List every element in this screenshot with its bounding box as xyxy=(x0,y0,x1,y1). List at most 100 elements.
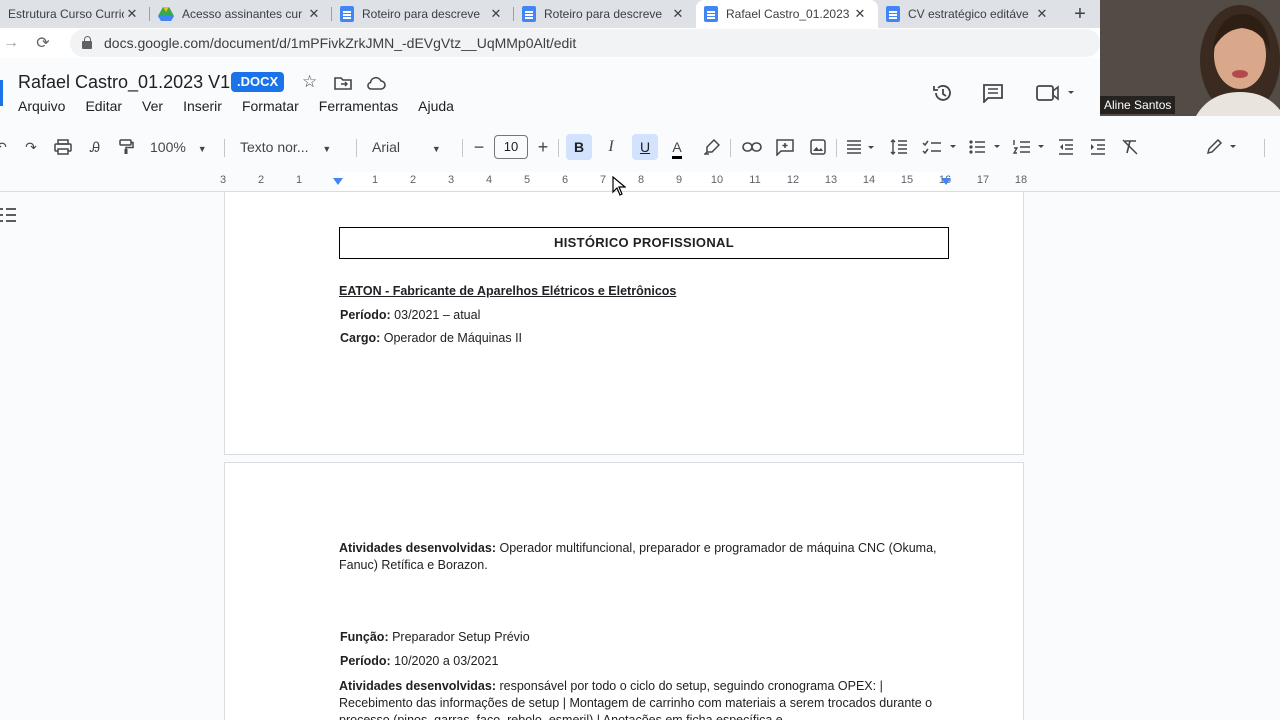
tab-title: CV estratégico editáve xyxy=(908,7,1029,21)
text-color-button[interactable]: A xyxy=(666,131,688,163)
bulleted-list-icon[interactable] xyxy=(968,139,1006,155)
ruler-number: 10 xyxy=(710,174,724,186)
function-label: Função: xyxy=(340,630,389,644)
participant-name: Aline Santos xyxy=(1100,96,1176,114)
menu-ferramentas[interactable]: Ferramentas xyxy=(319,98,398,114)
paint-format-icon[interactable] xyxy=(118,139,134,155)
menu-formatar[interactable]: Formatar xyxy=(242,98,299,114)
increase-font-size-icon[interactable]: + xyxy=(536,131,550,163)
add-comment-icon[interactable] xyxy=(776,139,794,156)
document-page[interactable]: Atividades desenvolvidas: Operador multi… xyxy=(224,462,1024,720)
ruler-number: 4 xyxy=(485,174,493,186)
highlight-icon[interactable] xyxy=(704,139,720,155)
activities-paragraph: Atividades desenvolvidas: responsável po… xyxy=(339,678,951,720)
address-bar: → ⟳ docs.google.com/document/d/1mPFivkZr… xyxy=(0,28,1100,58)
meet-icon[interactable] xyxy=(1036,84,1076,102)
clear-formatting-icon[interactable] xyxy=(1122,139,1138,155)
zoom-select[interactable]: 100% ▼ xyxy=(150,131,214,163)
tab-close-icon[interactable]: ✕ xyxy=(124,6,140,22)
tab-close-icon[interactable]: ✕ xyxy=(306,6,322,22)
spellcheck-icon[interactable]: Ꭿ xyxy=(86,131,104,163)
browser-tab-active[interactable]: Rafael Castro_01.2023 ✕ xyxy=(696,0,878,28)
menu-ver[interactable]: Ver xyxy=(142,98,163,114)
italic-button[interactable]: I xyxy=(602,131,620,163)
cloud-status-icon[interactable] xyxy=(366,76,386,90)
ruler-number: 1 xyxy=(295,174,303,186)
docx-badge: .DOCX xyxy=(231,72,285,92)
underline-button[interactable]: U xyxy=(632,134,658,160)
browser-tab[interactable]: Acesso assinantes cur ✕ xyxy=(150,0,332,28)
participant-video: Aline Santos xyxy=(1100,0,1280,116)
role-label: Cargo: xyxy=(340,331,381,345)
tab-title: Acesso assinantes cur xyxy=(182,7,303,21)
checklist-icon[interactable] xyxy=(922,139,960,155)
tab-close-icon[interactable]: ✕ xyxy=(852,6,868,22)
docs-icon xyxy=(704,6,718,22)
outline-icon[interactable] xyxy=(0,208,16,222)
lock-icon xyxy=(82,36,92,49)
section-heading: HISTÓRICO PROFISSIONAL xyxy=(339,227,949,259)
ruler-number: 1 xyxy=(371,174,379,186)
menu-bar: Arquivo Editar Ver Inserir Formatar Ferr… xyxy=(18,98,454,114)
insert-image-icon[interactable] xyxy=(810,139,826,155)
tab-close-icon[interactable]: ✕ xyxy=(1034,6,1050,22)
font-select[interactable]: Arial ▼ xyxy=(372,131,452,163)
redo-icon[interactable]: ↷ xyxy=(22,131,40,163)
menu-ajuda[interactable]: Ajuda xyxy=(418,98,454,114)
star-icon[interactable]: ☆ xyxy=(302,72,317,92)
font-value: Arial xyxy=(372,139,401,155)
forward-icon[interactable]: → xyxy=(0,34,22,52)
url-field[interactable]: docs.google.com/document/d/1mPFivkZrkJMN… xyxy=(70,29,1100,57)
decrease-indent-icon[interactable] xyxy=(1058,139,1074,155)
role-line: Cargo: Operador de Máquinas II xyxy=(340,331,522,345)
menu-inserir[interactable]: Inserir xyxy=(183,98,222,114)
left-indent-marker[interactable] xyxy=(333,178,343,185)
document-title[interactable]: Rafael Castro_01.2023 V1 xyxy=(18,72,230,93)
new-tab-button[interactable]: + xyxy=(1060,0,1100,28)
undo-icon[interactable]: ↶ xyxy=(0,131,8,163)
print-icon[interactable] xyxy=(54,139,72,155)
style-value: Texto nor... xyxy=(240,139,309,155)
numbered-list-icon[interactable] xyxy=(1012,139,1050,155)
comments-icon[interactable] xyxy=(982,83,1004,103)
period-value: 10/2020 a 03/2021 xyxy=(390,654,499,668)
ruler-number: 6 xyxy=(561,174,569,186)
browser-tab[interactable]: Roteiro para descreve ✕ xyxy=(332,0,514,28)
decrease-font-size-icon[interactable]: − xyxy=(472,131,486,163)
ruler-number: 7 xyxy=(599,174,607,186)
activities-label: Atividades desenvolvidas: xyxy=(339,541,497,555)
increase-indent-icon[interactable] xyxy=(1090,139,1106,155)
docs-icon xyxy=(886,6,900,22)
tab-close-icon[interactable]: ✕ xyxy=(670,6,686,22)
docs-icon xyxy=(340,6,354,22)
ruler-number: 11 xyxy=(749,174,761,186)
ruler-number: 2 xyxy=(257,174,265,186)
align-icon[interactable] xyxy=(846,140,876,154)
browser-tab[interactable]: CV estratégico editáve ✕ xyxy=(878,0,1060,28)
ruler[interactable]: 3 2 1 1 2 3 4 5 6 7 8 9 10 11 12 13 14 1… xyxy=(0,170,1280,192)
menu-editar[interactable]: Editar xyxy=(85,98,122,114)
line-spacing-icon[interactable] xyxy=(890,139,908,155)
role-value: Operador de Máquinas II xyxy=(380,331,523,345)
version-history-icon[interactable] xyxy=(932,82,954,104)
tab-title: Roteiro para descreve xyxy=(544,7,663,21)
mouse-cursor-icon xyxy=(612,176,626,196)
menu-arquivo[interactable]: Arquivo xyxy=(18,98,65,114)
drive-icon xyxy=(158,7,174,21)
link-icon[interactable] xyxy=(742,141,762,153)
docs-logo-icon[interactable] xyxy=(0,80,3,106)
period-value: 03/2021 – atual xyxy=(390,308,481,322)
browser-tab[interactable]: Estrutura Curso Curric ✕ xyxy=(0,0,150,28)
font-size-input[interactable]: 10 xyxy=(494,135,528,159)
editing-mode-icon[interactable] xyxy=(1206,139,1242,155)
tab-close-icon[interactable]: ✕ xyxy=(488,6,504,22)
move-folder-icon[interactable] xyxy=(334,76,352,90)
ruler-number: 3 xyxy=(219,174,227,186)
style-select[interactable]: Texto nor... ▼ xyxy=(240,131,344,163)
reload-icon[interactable]: ⟳ xyxy=(28,33,58,53)
document-page[interactable]: HISTÓRICO PROFISSIONAL EATON - Fabricant… xyxy=(224,192,1024,455)
right-indent-marker[interactable] xyxy=(941,178,951,185)
browser-tab[interactable]: Roteiro para descreve ✕ xyxy=(514,0,696,28)
bold-button[interactable]: B xyxy=(566,134,592,160)
ruler-number: 2 xyxy=(409,174,417,186)
